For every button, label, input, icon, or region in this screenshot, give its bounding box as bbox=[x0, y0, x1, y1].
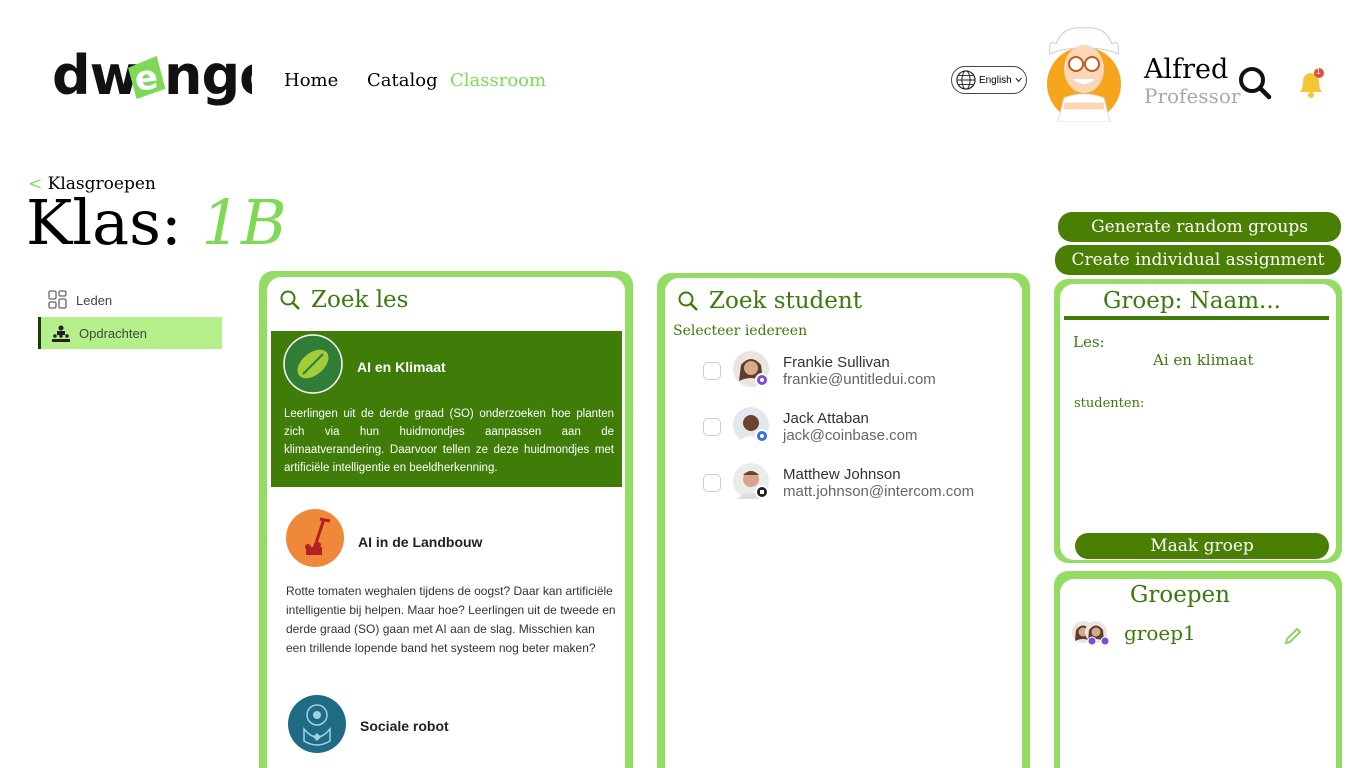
groups-panel: Groepen groep1 bbox=[1054, 571, 1342, 768]
student-name: Jack Attaban bbox=[783, 410, 869, 427]
student-checkbox[interactable] bbox=[703, 362, 721, 380]
language-label: English bbox=[978, 74, 1012, 86]
search-icon bbox=[678, 291, 698, 311]
student-search[interactable]: Zoek student bbox=[677, 288, 862, 314]
student-email: jack@coinbase.com bbox=[783, 427, 918, 444]
lesson-description: Leerlingen uit de derde graad (SO) onder… bbox=[284, 408, 614, 474]
user-role: Professor bbox=[1144, 84, 1241, 108]
tomato-harvest-icon bbox=[286, 507, 344, 573]
classroom-icon bbox=[52, 325, 70, 342]
select-all-link[interactable]: Selecteer iedereen bbox=[673, 323, 807, 339]
professor-avatar[interactable] bbox=[1046, 24, 1122, 123]
student-row[interactable]: Matthew Johnson matt.johnson@intercom.co… bbox=[703, 463, 974, 503]
chevron-down-icon bbox=[1015, 77, 1022, 83]
globe-icon bbox=[956, 70, 976, 90]
student-checkbox[interactable] bbox=[703, 418, 721, 436]
lesson-title: AI in de Landbouw bbox=[358, 534, 483, 550]
student-row[interactable]: Jack Attaban jack@coinbase.com bbox=[703, 407, 917, 447]
generate-random-groups-button[interactable]: Generate random groups bbox=[1058, 212, 1341, 242]
student-row[interactable]: Frankie Sullivan frankie@untitledui.com bbox=[703, 351, 936, 391]
page-title: Klas: 1B bbox=[26, 186, 287, 259]
create-individual-assignment-button[interactable]: Create individual assignment bbox=[1055, 245, 1341, 275]
search-icon[interactable] bbox=[1238, 66, 1272, 104]
student-search-label: Zoek student bbox=[709, 288, 862, 314]
class-name: 1B bbox=[201, 186, 287, 259]
svg-text:ngo: ngo bbox=[164, 44, 252, 107]
create-group-button[interactable]: Maak groep bbox=[1075, 533, 1329, 559]
svg-text:dw: dw bbox=[52, 44, 139, 107]
nav-home[interactable]: Home bbox=[284, 70, 338, 91]
avatar bbox=[733, 463, 773, 503]
student-email: matt.johnson@intercom.com bbox=[783, 483, 975, 500]
notification-bell-icon[interactable]: 1 bbox=[1294, 66, 1328, 104]
sidebar-item-leden[interactable]: Leden bbox=[38, 284, 222, 316]
group-name: groep1 bbox=[1124, 621, 1196, 645]
dwengo-logo[interactable]: dw e ngo dwengo bbox=[52, 44, 276, 108]
lesson-description: Rotte tomaten weghalen tijdens de oogst?… bbox=[286, 584, 616, 655]
lesson-card-ai-klimaat[interactable]: AI en Klimaat Leerlingen uit de derde gr… bbox=[271, 331, 622, 487]
student-checkbox[interactable] bbox=[703, 474, 721, 492]
page-title-prefix: Klas: bbox=[26, 186, 182, 259]
groups-title: Groepen bbox=[1130, 582, 1230, 608]
lesson-title: Sociale robot bbox=[360, 718, 449, 734]
lesson-search-label: Zoek les bbox=[311, 287, 409, 313]
sidebar-item-label: Opdrachten bbox=[79, 325, 147, 341]
students-panel: Zoek student Selecteer iedereen Frankie … bbox=[657, 273, 1030, 768]
search-icon bbox=[280, 290, 300, 310]
student-email: frankie@untitledui.com bbox=[783, 371, 936, 388]
title-divider bbox=[1064, 316, 1329, 320]
lesson-search[interactable]: Zoek les bbox=[279, 287, 408, 313]
nav-classroom[interactable]: Classroom bbox=[450, 70, 546, 91]
leaf-icon bbox=[283, 334, 343, 398]
grid-icon bbox=[48, 290, 67, 309]
group-row[interactable]: groep1 bbox=[1072, 619, 1322, 647]
lesson-title: AI en Klimaat bbox=[357, 359, 446, 375]
language-selector[interactable]: English bbox=[951, 66, 1027, 94]
edit-pencil-icon[interactable] bbox=[1282, 625, 1304, 651]
robot-icon bbox=[288, 693, 346, 757]
lesson-card-ai-landbouw[interactable]: AI in de Landbouw Rotte tomaten weghalen… bbox=[271, 500, 622, 670]
avatar bbox=[733, 351, 773, 391]
group-editor-panel: Groep: Naam... Les: Ai en klimaat studen… bbox=[1054, 279, 1342, 563]
sidebar-item-opdrachten[interactable]: Opdrachten bbox=[38, 317, 222, 349]
students-label: studenten: bbox=[1074, 396, 1145, 411]
lesson-label: Les: bbox=[1073, 333, 1105, 351]
lesson-value: Ai en klimaat bbox=[1153, 351, 1254, 369]
nav-catalog[interactable]: Catalog bbox=[367, 70, 438, 91]
notification-count: 1 bbox=[1316, 67, 1321, 76]
group-name-input[interactable]: Groep: Naam... bbox=[1060, 288, 1324, 314]
group-avatars bbox=[1072, 619, 1112, 647]
user-name: Alfred bbox=[1144, 54, 1229, 85]
avatar bbox=[733, 407, 773, 447]
student-name: Matthew Johnson bbox=[783, 466, 901, 483]
student-name: Frankie Sullivan bbox=[783, 354, 890, 371]
sidebar-item-label: Leden bbox=[76, 292, 113, 308]
lesson-card-sociale-robot[interactable]: Sociale robot bbox=[271, 690, 622, 760]
